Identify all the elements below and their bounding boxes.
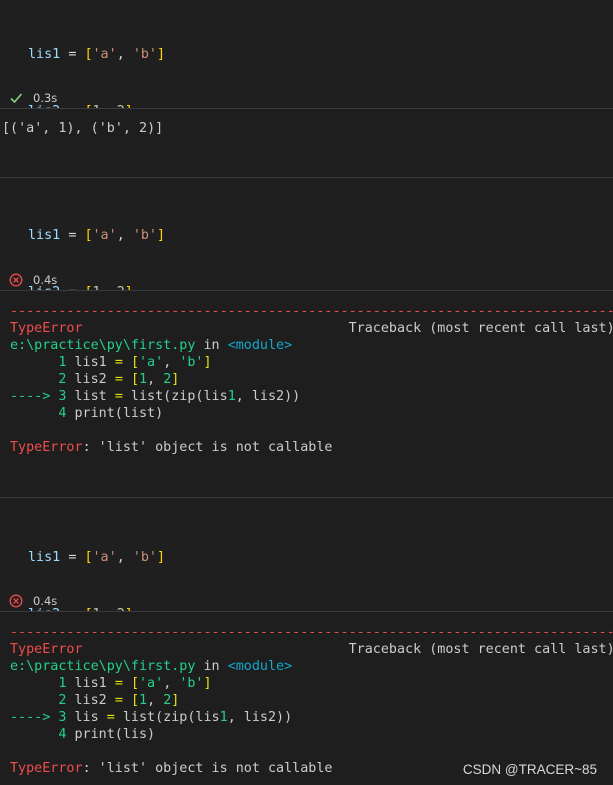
traceback-frame: ----> 3 list = list(zip(lis1, lis2)) (10, 389, 301, 404)
cell-output-2: ----------------------------------------… (0, 291, 613, 497)
execution-time: 0.3s (33, 91, 58, 105)
traceback-file[interactable]: e:\practice\py\first.py in <module> (10, 337, 613, 354)
execution-status: 0.3s (9, 89, 57, 107)
traceback-frame: 2 lis2 = [1, 2] (58, 372, 180, 387)
code-line: lis1 = ['a', 'b'] (28, 550, 166, 565)
traceback-header: TypeError Traceback (most recent call la… (10, 642, 613, 657)
traceback-frame: 2 lis2 = [1, 2] (58, 693, 180, 708)
cell-output-1: [('a', 1), ('b', 2)] (0, 109, 613, 177)
code-line: lis1 = ['a', 'b'] (28, 228, 166, 243)
traceback-frame: 4 print(lis) (58, 727, 156, 742)
execution-status: 0.4s (9, 592, 57, 610)
check-icon (9, 91, 23, 105)
traceback-frame: ----> 3 lis = list(zip(lis1, lis2)) (10, 710, 293, 725)
traceback-header: TypeError Traceback (most recent call la… (10, 321, 613, 336)
execution-time: 0.4s (33, 594, 58, 608)
traceback-frame: 1 lis1 = ['a', 'b'] (58, 355, 212, 370)
traceback: ----------------------------------------… (10, 624, 613, 777)
code-cell-2[interactable]: lis1 = ['a', 'b'] lis2 = [1, 2] list = l… (0, 178, 613, 414)
traceback-frame: 1 lis1 = ['a', 'b'] (58, 676, 212, 691)
code-line: lis1 = ['a', 'b'] (28, 47, 166, 62)
error-circle-icon (9, 594, 23, 608)
traceback-dashes: ----------------------------------------… (10, 625, 613, 640)
error-message: TypeError: 'list' object is not callable (10, 440, 333, 455)
cell-output-3: ----------------------------------------… (0, 612, 613, 785)
traceback-file[interactable]: e:\practice\py\first.py in <module> (10, 658, 613, 675)
code-cell-3[interactable]: lis1 = ['a', 'b'] lis2 = [1, 2] lis = li… (0, 498, 613, 736)
traceback-dashes: ----------------------------------------… (10, 304, 613, 319)
code-cell-1[interactable]: lis1 = ['a', 'b'] lis2 = [1, 2] list = l… (0, 0, 613, 233)
output-text: [('a', 1), ('b', 2)] (2, 121, 164, 136)
watermark: CSDN @TRACER~85 (462, 762, 597, 777)
execution-status: 0.4s (9, 271, 57, 289)
error-circle-icon (9, 273, 23, 287)
traceback-frame: 4 print(list) (58, 406, 164, 421)
traceback: ----------------------------------------… (10, 303, 613, 456)
execution-time: 0.4s (33, 273, 58, 287)
